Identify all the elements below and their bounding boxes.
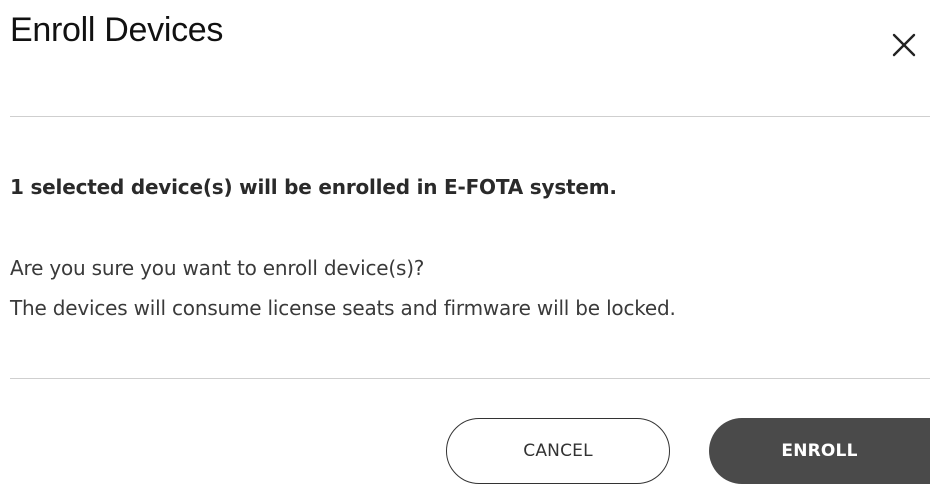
consequence-notice: The devices will consume license seats a…	[10, 296, 676, 320]
close-icon	[892, 33, 916, 57]
enroll-devices-dialog: Enroll Devices 1 selected device(s) will…	[0, 0, 930, 485]
header-divider	[10, 116, 930, 117]
dialog-title: Enroll Devices	[10, 11, 224, 49]
enroll-button[interactable]: ENROLL	[709, 418, 930, 484]
confirm-question: Are you sure you want to enroll device(s…	[10, 256, 425, 280]
close-button[interactable]	[886, 25, 922, 61]
cancel-button[interactable]: CANCEL	[446, 418, 670, 484]
enroll-summary-message: 1 selected device(s) will be enrolled in…	[10, 175, 617, 199]
footer-divider	[10, 378, 930, 379]
